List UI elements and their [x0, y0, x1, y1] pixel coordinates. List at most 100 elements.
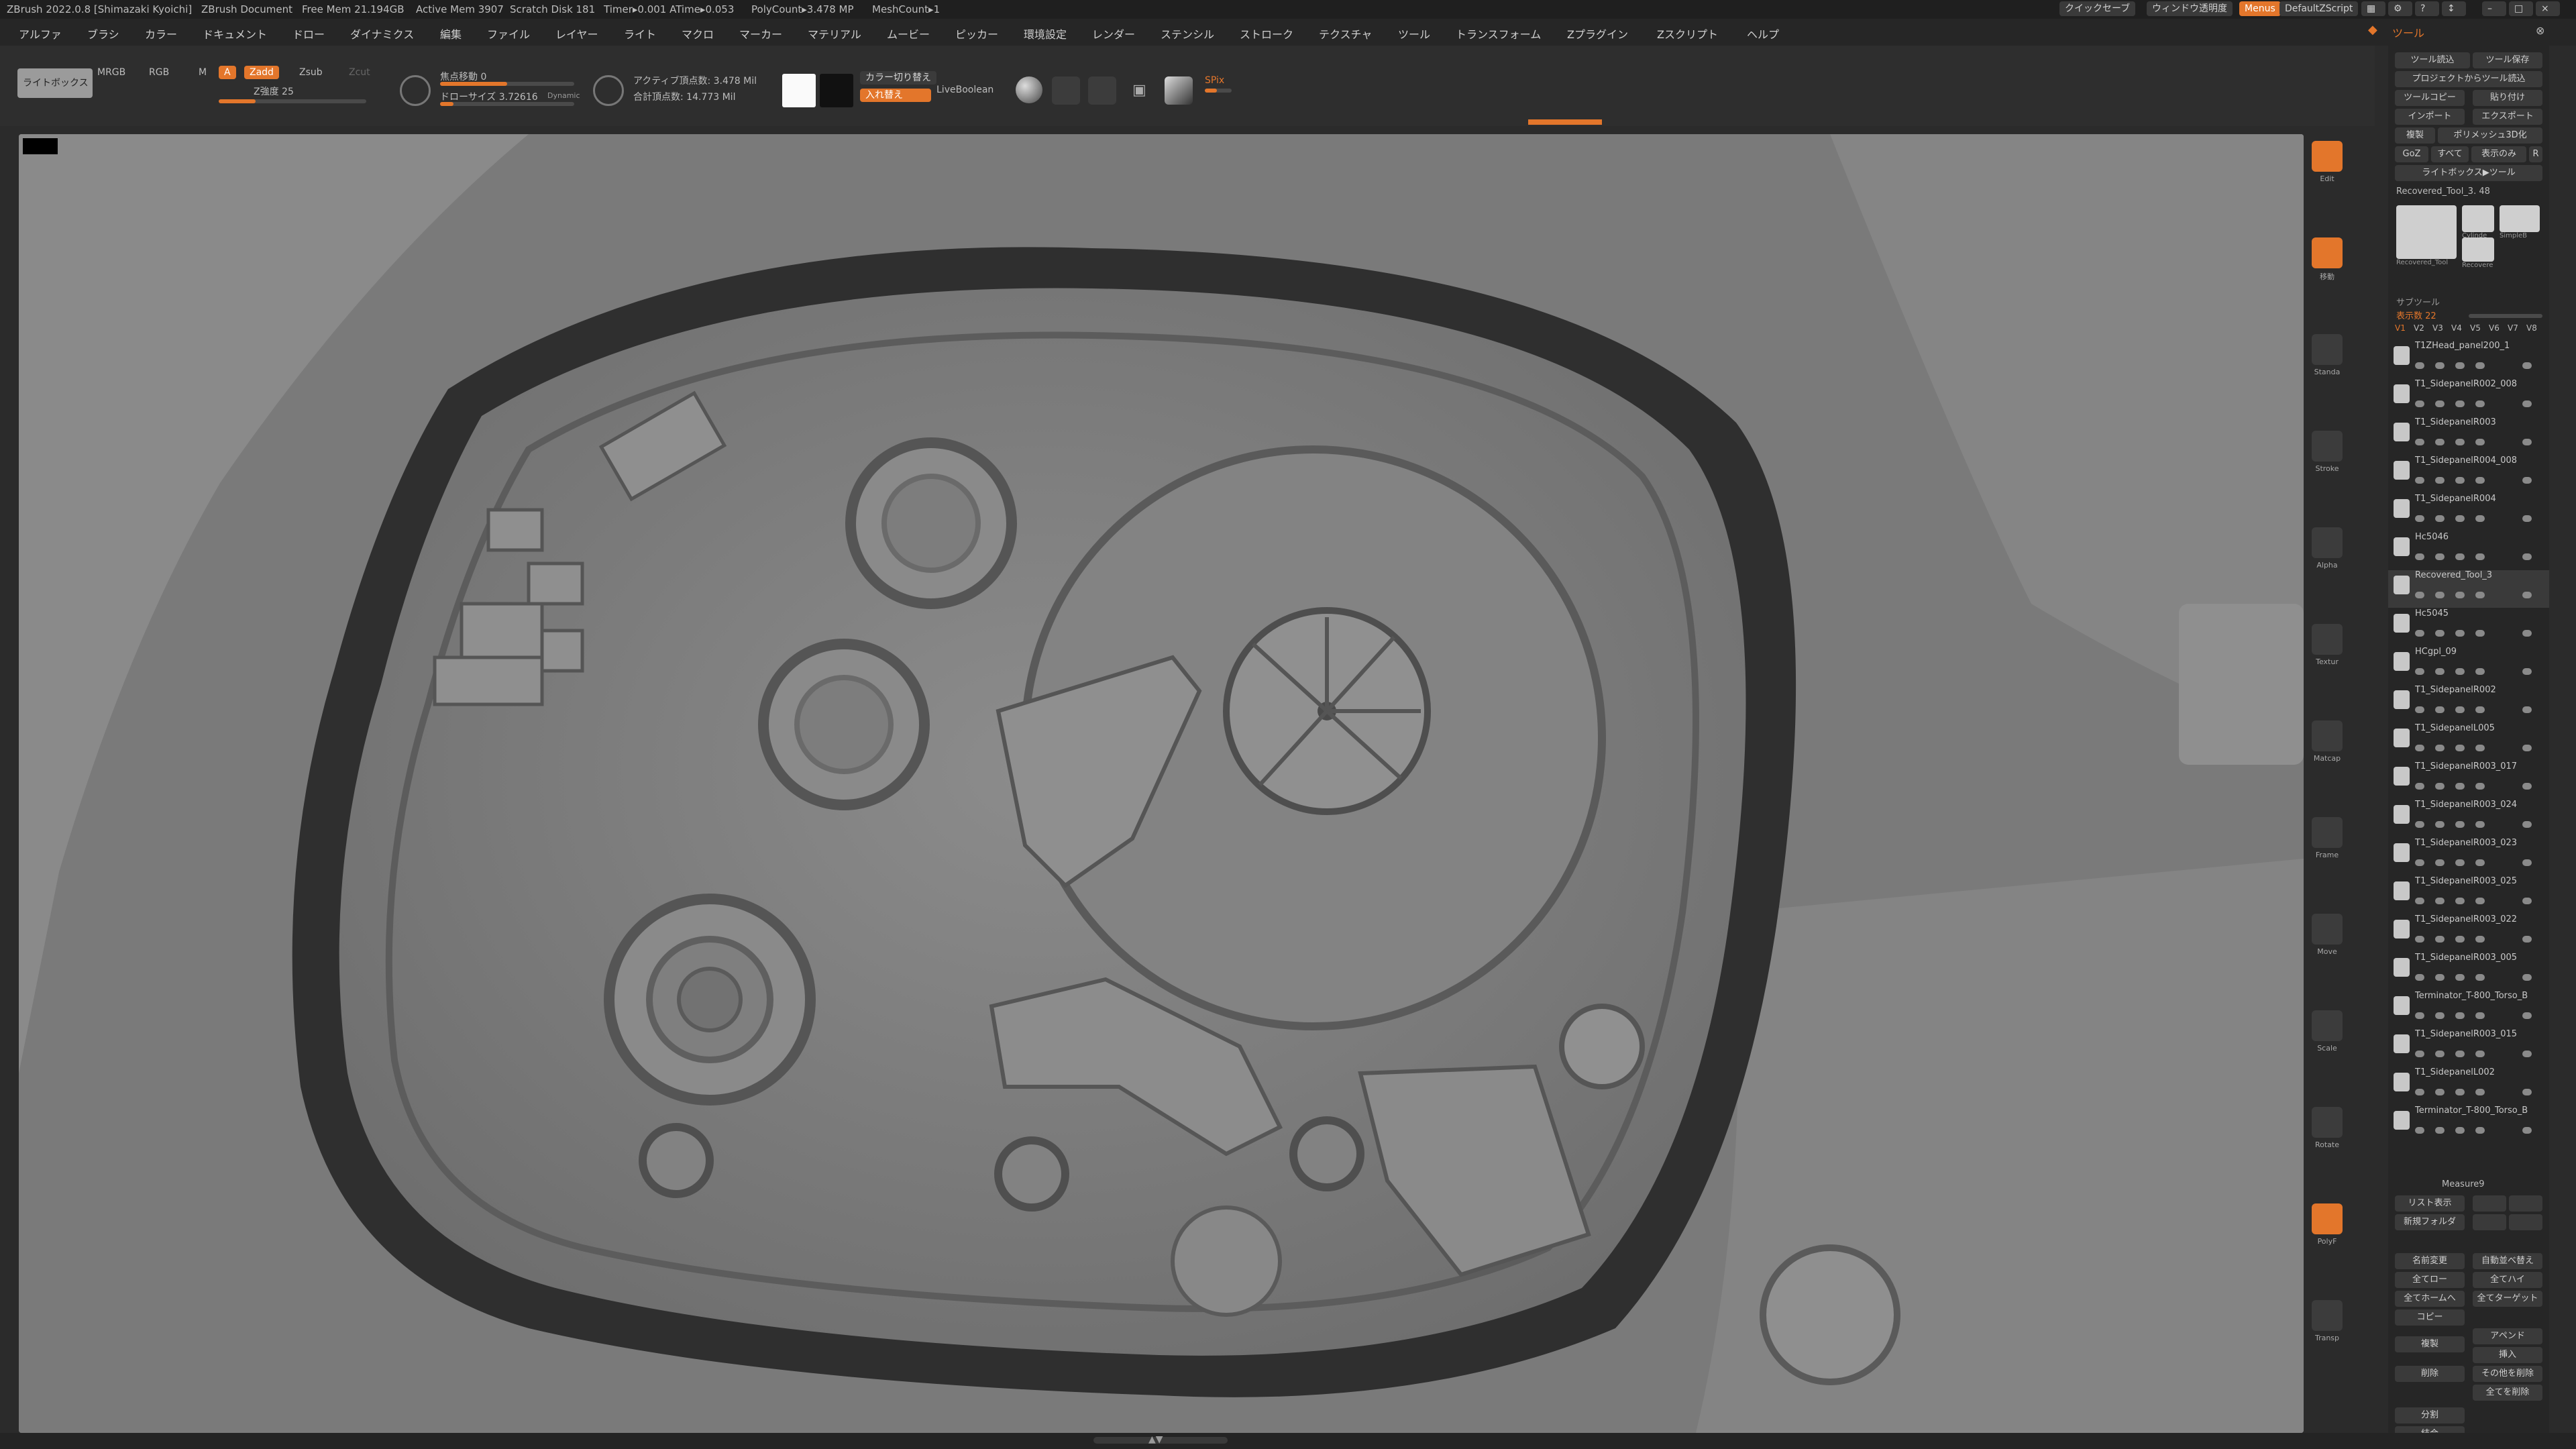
subtool-toggle-icon[interactable]: [2435, 974, 2445, 981]
subtool-toggle-icon[interactable]: [2415, 745, 2424, 751]
subtool-toggle-icon[interactable]: [2435, 936, 2445, 943]
maximize-icon[interactable]: □: [2509, 1, 2533, 16]
texture-icon[interactable]: [2312, 624, 2343, 655]
subtool-toggle-icon[interactable]: [2435, 898, 2445, 904]
floor-icon[interactable]: [1052, 76, 1080, 105]
subtool-toggle-icon[interactable]: [2415, 630, 2424, 637]
subtool-toggle-icon[interactable]: [2475, 400, 2485, 407]
edit-icon[interactable]: [2312, 141, 2343, 172]
menu-item[interactable]: Zプラグイン: [1567, 25, 1628, 42]
subtool-toggle-icon[interactable]: [2455, 630, 2465, 637]
subtool-toggle-icon[interactable]: [2475, 1051, 2485, 1057]
move-down-icon[interactable]: [2509, 1214, 2542, 1230]
z-intensity-slider[interactable]: [219, 99, 366, 103]
subtool-toggle-icon[interactable]: [2455, 477, 2465, 484]
subtool-toggle-icon[interactable]: [2522, 745, 2532, 751]
default-zscript-button[interactable]: DefaultZScript: [2279, 1, 2359, 16]
subtool-toggle-icon[interactable]: [2435, 553, 2445, 560]
a-toggle[interactable]: A: [219, 66, 236, 79]
version-button[interactable]: V1: [2395, 323, 2406, 333]
subtool-toggle-icon[interactable]: [2435, 1089, 2445, 1095]
subtool-toggle-icon[interactable]: [2522, 783, 2532, 790]
subtool-action-button[interactable]: 全てハイ: [2473, 1272, 2542, 1288]
list-show-button[interactable]: リスト表示: [2395, 1195, 2465, 1212]
subtool-toggle-icon[interactable]: [2415, 1051, 2424, 1057]
subtool-action-button[interactable]: アペンド: [2473, 1328, 2542, 1344]
tool-thumbnail[interactable]: [2500, 205, 2540, 232]
subtool-header[interactable]: サブツール: [2396, 295, 2440, 308]
subtool-toggle-icon[interactable]: [2522, 630, 2532, 637]
standard-brush-icon[interactable]: [2312, 334, 2343, 365]
subtool-toggle-icon[interactable]: [2522, 974, 2532, 981]
version-button[interactable]: V3: [2432, 323, 2443, 333]
menu-item[interactable]: レンダー: [1092, 25, 1135, 42]
subtool-toggle-icon[interactable]: [2522, 439, 2532, 445]
menu-item[interactable]: ステンシル: [1161, 25, 1214, 42]
palette-button[interactable]: 貼り付け: [2473, 90, 2542, 106]
palette-button[interactable]: すべて: [2431, 146, 2469, 162]
subtool-toggle-icon[interactable]: [2475, 592, 2485, 598]
subtool-toggle-icon[interactable]: [2475, 477, 2485, 484]
local-symmetry-icon[interactable]: [1088, 76, 1116, 105]
tool-menu-icon[interactable]: ◆: [2368, 23, 2377, 37]
menu-item[interactable]: マクロ: [682, 25, 714, 42]
rgb-toggle[interactable]: RGB: [149, 67, 169, 78]
subtool-toggle-icon[interactable]: [2455, 898, 2465, 904]
menu-item[interactable]: ツール: [1398, 25, 1430, 42]
subtool-toggle-icon[interactable]: [2415, 898, 2424, 904]
tool-thumbnail[interactable]: [2462, 205, 2494, 232]
spix-slider[interactable]: [1205, 89, 1232, 93]
menu-item[interactable]: マーカー: [739, 25, 782, 42]
subtool-action-button[interactable]: 全てターゲット: [2473, 1291, 2542, 1307]
menu-item[interactable]: カラー: [145, 25, 177, 42]
menu-item[interactable]: 環境設定: [1024, 25, 1067, 42]
settings-icon[interactable]: ⚙: [2388, 1, 2412, 16]
arrow-up-icon[interactable]: [2473, 1195, 2506, 1212]
subtool-toggle-icon[interactable]: [2522, 477, 2532, 484]
subtool-action-button[interactable]: 削除: [2395, 1366, 2465, 1382]
secondary-color-swatch[interactable]: [820, 74, 853, 107]
subtool-toggle-icon[interactable]: [2455, 1051, 2465, 1057]
subtool-row[interactable]: T1_SidepanelR003_017: [2388, 761, 2549, 799]
subtool-toggle-icon[interactable]: [2475, 936, 2485, 943]
bottom-chevron-icon[interactable]: ▲▼: [1148, 1434, 1163, 1445]
subtool-toggle-icon[interactable]: [2475, 362, 2485, 369]
subtool-toggle-icon[interactable]: [2455, 1127, 2465, 1134]
subtool-toggle-icon[interactable]: [2415, 592, 2424, 598]
subtool-toggle-icon[interactable]: [2522, 821, 2532, 828]
subtool-toggle-icon[interactable]: [2415, 439, 2424, 445]
palette-button[interactable]: 複製: [2395, 127, 2435, 144]
lightbox-button[interactable]: ライトボックス: [17, 68, 93, 98]
frame-icon[interactable]: [2312, 817, 2343, 848]
polyframe-icon[interactable]: [1165, 76, 1193, 105]
subtool-toggle-icon[interactable]: [2435, 783, 2445, 790]
subtool-toggle-icon[interactable]: [2415, 974, 2424, 981]
version-button[interactable]: V4: [2451, 323, 2462, 333]
subtool-toggle-icon[interactable]: [2455, 515, 2465, 522]
subtool-row[interactable]: Recovered_Tool_3: [2388, 570, 2549, 608]
subtool-row[interactable]: T1ZHead_panel200_1: [2388, 341, 2549, 378]
zsub-toggle[interactable]: Zsub: [299, 67, 323, 78]
subtool-toggle-icon[interactable]: [2475, 898, 2485, 904]
subtool-toggle-icon[interactable]: [2415, 706, 2424, 713]
version-button[interactable]: V6: [2489, 323, 2500, 333]
subtool-toggle-icon[interactable]: [2455, 1089, 2465, 1095]
palette-button[interactable]: R: [2529, 146, 2542, 162]
subtool-toggle-icon[interactable]: [2455, 553, 2465, 560]
zadd-toggle[interactable]: Zadd: [244, 66, 279, 79]
subtool-toggle-icon[interactable]: [2435, 630, 2445, 637]
dynamic-toggle[interactable]: Dynamic: [547, 91, 580, 100]
polyframe-toggle-icon[interactable]: [2312, 1203, 2343, 1234]
subtool-toggle-icon[interactable]: [2475, 745, 2485, 751]
subtool-toggle-icon[interactable]: [2455, 706, 2465, 713]
subtool-row[interactable]: T1_SidepanelR002: [2388, 685, 2549, 722]
subtool-row[interactable]: T1_SidepanelR003: [2388, 417, 2549, 455]
menu-item[interactable]: ブラシ: [87, 25, 119, 42]
subtool-toggle-icon[interactable]: [2475, 553, 2485, 560]
subtool-toggle-icon[interactable]: [2522, 362, 2532, 369]
move-icon[interactable]: [2312, 237, 2343, 268]
matcap-icon[interactable]: [2312, 720, 2343, 751]
subtool-toggle-icon[interactable]: [2475, 1012, 2485, 1019]
menu-item[interactable]: ドロー: [292, 25, 325, 42]
stroke-icon[interactable]: [2312, 431, 2343, 462]
